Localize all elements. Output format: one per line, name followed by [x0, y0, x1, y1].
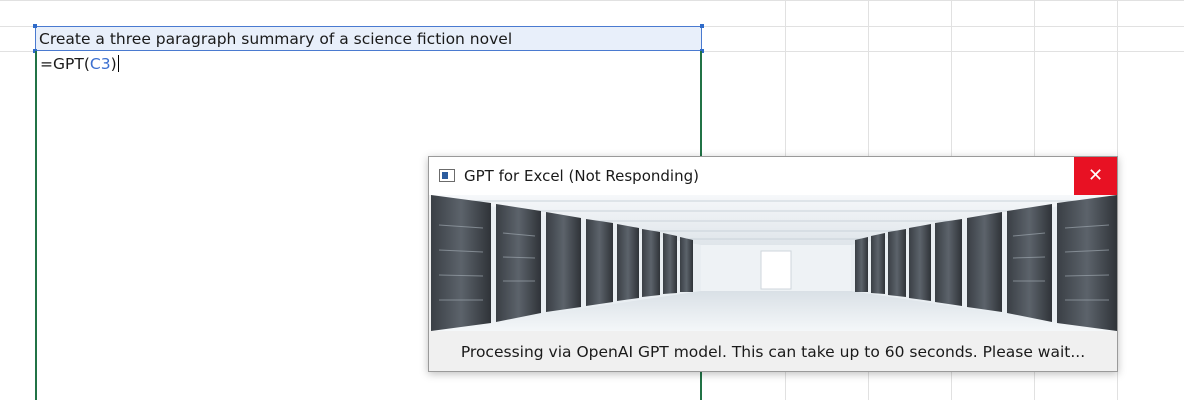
- dialog-title: GPT for Excel (Not Responding): [464, 167, 699, 185]
- server-hallway-illustration: [431, 195, 1117, 331]
- selection-handle[interactable]: [700, 24, 704, 28]
- formula-text[interactable]: =GPT(C3): [40, 55, 119, 73]
- dialog-titlebar[interactable]: GPT for Excel (Not Responding) ✕: [429, 157, 1117, 195]
- gpt-dialog-window[interactable]: GPT for Excel (Not Responding) ✕ Process…: [428, 156, 1118, 372]
- processing-status-text: Processing via OpenAI GPT model. This ca…: [460, 343, 1086, 361]
- formula-prefix: =GPT(: [40, 55, 90, 73]
- formula-suffix: ): [110, 55, 117, 73]
- close-button[interactable]: ✕: [1074, 157, 1117, 195]
- app-window-icon: [439, 169, 455, 182]
- text-caret: [117, 55, 119, 72]
- data-center-image: [431, 195, 1117, 331]
- formula-cell-reference: C3: [89, 55, 111, 73]
- selection-handle[interactable]: [33, 24, 37, 28]
- grid-row-line: [0, 0, 1184, 1]
- prompt-cell[interactable]: Create a three paragraph summary of a sc…: [35, 26, 702, 51]
